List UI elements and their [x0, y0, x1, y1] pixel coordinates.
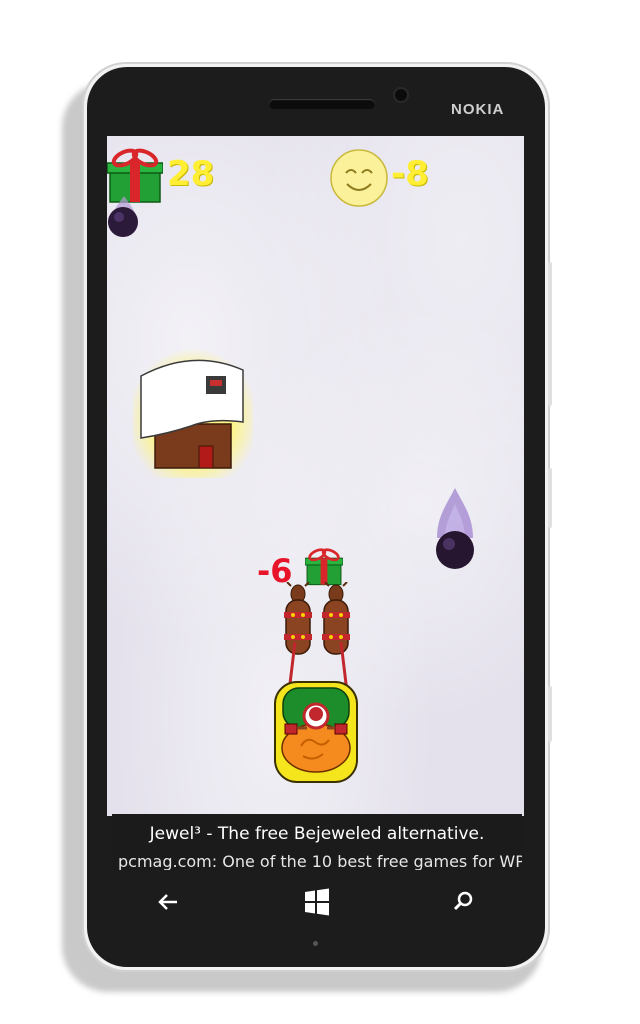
home-button[interactable] [297, 884, 337, 920]
dark-fireball [108, 196, 138, 237]
ad-banner[interactable]: Jewel³ - The free Bejeweled alternative.… [112, 814, 522, 870]
windows-logo-icon [305, 888, 329, 916]
dark-fireball [436, 488, 474, 569]
earpiece-speaker [269, 99, 375, 109]
ad-subtitle: pcmag.com: One of the 10 best free games… [118, 852, 522, 870]
ad-title: Jewel³ - The free Bejeweled alternative. [149, 824, 485, 844]
back-button[interactable] [149, 884, 189, 920]
smiley-face-icon [330, 149, 388, 207]
back-arrow-icon [158, 894, 177, 910]
falling-gift [305, 548, 343, 586]
search-icon [453, 891, 473, 911]
volume-button [548, 262, 552, 406]
gifts-counter: 28 [167, 154, 215, 194]
search-button[interactable] [443, 884, 483, 920]
camera-button [548, 686, 552, 742]
notification-dot [313, 941, 318, 946]
brand-logo: NOKIA [451, 101, 505, 118]
happiness-counter: -8 [391, 154, 429, 194]
power-button [548, 468, 552, 528]
game-screen[interactable]: 28 -8 -6 [107, 136, 524, 816]
santa-sleigh[interactable] [271, 676, 361, 786]
front-camera [395, 89, 407, 101]
navigation-bar [107, 870, 524, 934]
glowing-house[interactable] [133, 348, 253, 478]
